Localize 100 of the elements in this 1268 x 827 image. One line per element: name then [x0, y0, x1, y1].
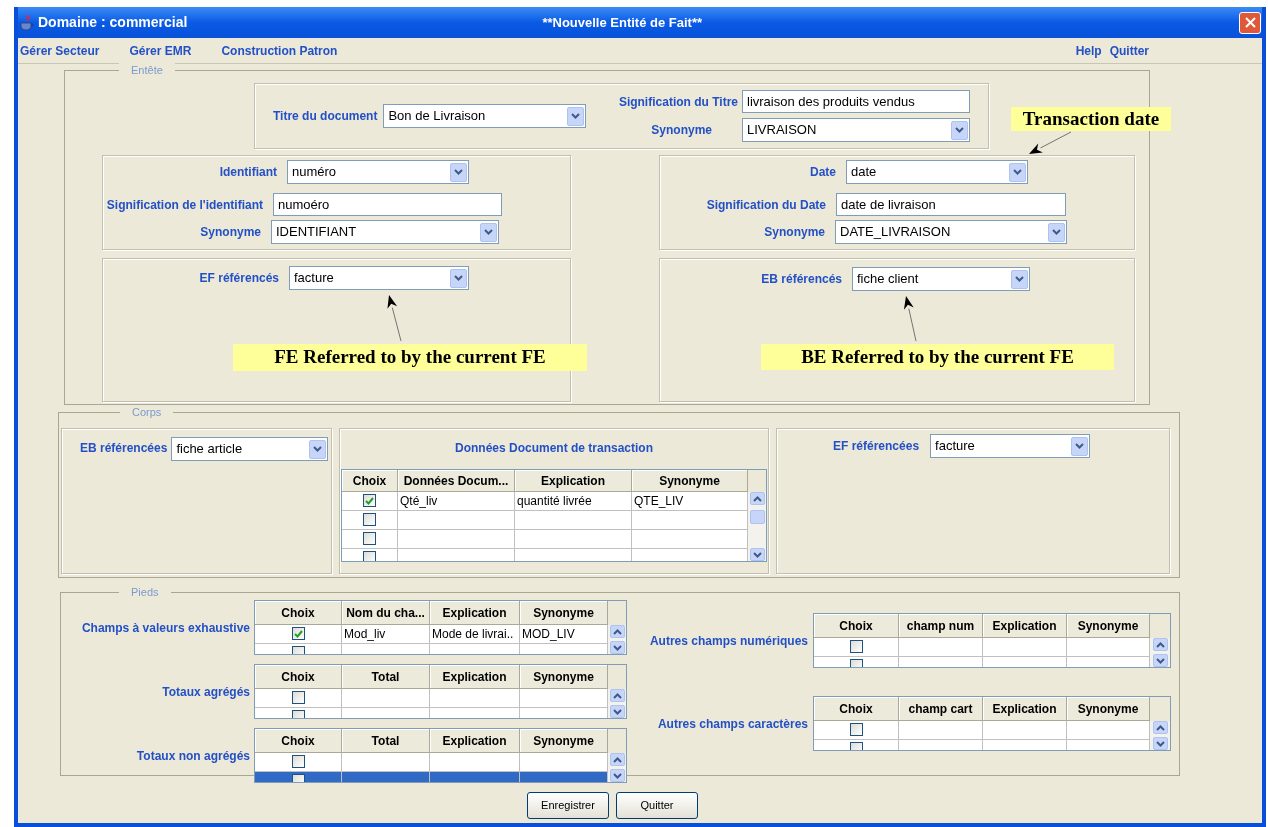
scrollbar[interactable] [748, 492, 766, 561]
chevron-down-icon[interactable] [567, 106, 585, 126]
dropdown[interactable]: fiche client [852, 267, 1030, 291]
field-label: EF référencées [833, 438, 920, 455]
scroll-down-button[interactable] [609, 641, 625, 654]
column-header[interactable]: Choix [814, 697, 899, 721]
close-icon [1244, 17, 1256, 28]
chevron-down-icon [752, 551, 762, 558]
chevron-down-icon[interactable] [1011, 269, 1028, 289]
column-header[interactable]: Synonyme [632, 470, 748, 492]
close-button[interactable] [1239, 11, 1261, 34]
action-button[interactable]: Enregistrer [527, 792, 609, 819]
table-row[interactable]: Qté_liv quantité livrée QTE_LIV [342, 492, 748, 511]
scroll-up-button[interactable] [749, 492, 765, 505]
checkbox[interactable] [291, 755, 305, 768]
text-field[interactable]: livraison des produits vendus [742, 90, 970, 113]
chevron-up-icon [612, 692, 622, 699]
scroll-up-button[interactable] [1152, 721, 1168, 734]
scrollbar[interactable] [1150, 721, 1170, 750]
column-header[interactable]: Choix [255, 665, 342, 689]
checkbox[interactable] [363, 551, 376, 561]
checkbox[interactable] [363, 532, 376, 545]
scrollbar[interactable] [608, 689, 626, 718]
chevron-down-icon[interactable] [951, 120, 968, 140]
column-header[interactable]: Synonyme [1067, 614, 1150, 638]
dropdown[interactable]: Bon de Livraison [383, 104, 587, 128]
scroll-down-button[interactable] [749, 548, 765, 561]
column-header[interactable]: Total [342, 729, 430, 753]
column-header[interactable]: Explication [983, 614, 1067, 638]
scrollbar[interactable] [608, 753, 626, 782]
column-header[interactable]: champ num [899, 614, 983, 638]
column-header[interactable]: Total [342, 665, 430, 689]
checkbox[interactable] [291, 691, 305, 704]
section-legend: Pieds [119, 585, 171, 599]
scrollbar[interactable] [1150, 638, 1170, 667]
checkbox[interactable] [849, 640, 863, 653]
column-header[interactable]: Choix [814, 614, 899, 638]
scroll-up-button[interactable] [609, 753, 625, 766]
scroll-up-button[interactable] [609, 689, 625, 702]
checkbox[interactable] [363, 494, 376, 507]
chevron-down-icon [612, 708, 622, 715]
menu-item[interactable]: Gérer EMR [129, 41, 192, 60]
menu-item[interactable]: Construction Patron [221, 41, 338, 60]
scroll-thumb[interactable] [749, 509, 765, 524]
chevron-up-icon [1155, 641, 1165, 648]
menu-item[interactable]: Gérer Secteur [20, 41, 100, 60]
menu-item[interactable]: Quitter [1109, 41, 1149, 60]
panel-title: Données Document de transaction [454, 440, 653, 457]
action-button[interactable]: Quitter [616, 792, 698, 819]
scrollbar[interactable] [608, 625, 626, 654]
window-caption: **Nouvelle Entité de Fait** [542, 13, 703, 32]
column-header[interactable]: Synonyme [1067, 697, 1150, 721]
column-header[interactable]: Synonyme [520, 601, 608, 625]
table-row[interactable]: Mod_liv Mode de livrai.. MOD_LIV [255, 625, 608, 644]
dropdown[interactable]: numéro [287, 160, 469, 184]
column-header[interactable]: Explication [430, 601, 520, 625]
column-header[interactable]: Choix [255, 729, 342, 753]
menu-item[interactable]: Help [1075, 41, 1102, 60]
chevron-down-icon [612, 644, 622, 651]
checkbox[interactable] [363, 513, 376, 526]
column-header[interactable]: Synonyme [520, 729, 608, 753]
chevron-down-icon[interactable] [309, 439, 327, 459]
field-label: Titre du document [273, 108, 378, 125]
dropdown[interactable]: date [846, 160, 1028, 184]
section-legend: Entête [119, 63, 175, 77]
dropdown[interactable]: facture [289, 266, 469, 290]
dropdown[interactable]: fiche article [171, 437, 329, 461]
column-header[interactable]: Explication [983, 697, 1067, 721]
scroll-down-button[interactable] [1152, 737, 1168, 750]
chevron-down-icon[interactable] [450, 268, 467, 288]
text-field[interactable]: date de livraison [836, 193, 1066, 216]
scroll-up-button[interactable] [609, 625, 625, 638]
chevron-down-icon[interactable] [480, 222, 497, 242]
column-header[interactable]: Choix [342, 470, 398, 492]
column-header[interactable]: Explication [430, 729, 520, 753]
checkbox[interactable] [291, 627, 305, 640]
chevron-down-icon[interactable] [1009, 162, 1026, 182]
chevron-down-icon [1155, 657, 1165, 664]
column-header[interactable]: Choix [255, 601, 342, 625]
scroll-up-button[interactable] [1152, 638, 1168, 651]
column-header[interactable]: champ cart [899, 697, 983, 721]
dropdown[interactable]: facture [930, 434, 1091, 458]
scroll-down-button[interactable] [1152, 654, 1168, 667]
chevron-down-icon[interactable] [1071, 436, 1089, 456]
scroll-down-button[interactable] [609, 705, 625, 718]
dropdown[interactable]: DATE_LIVRAISON [835, 220, 1067, 244]
chevron-down-icon[interactable] [450, 162, 467, 182]
checkbox[interactable] [849, 723, 863, 736]
chevron-down-icon[interactable] [1048, 222, 1065, 242]
column-header[interactable]: Explication [430, 665, 520, 689]
column-header[interactable]: Synonyme [520, 665, 608, 689]
column-header[interactable]: Données Docum... [398, 470, 515, 492]
cup-icon [20, 14, 34, 31]
dropdown[interactable]: LIVRAISON [742, 118, 970, 142]
scroll-down-button[interactable] [609, 769, 625, 782]
dropdown[interactable]: IDENTIFIANT [271, 220, 499, 244]
pointer-arrow [903, 296, 917, 342]
column-header[interactable]: Explication [515, 470, 632, 492]
column-header[interactable]: Nom du cha... [342, 601, 430, 625]
text-field[interactable]: numoéro [273, 193, 502, 216]
